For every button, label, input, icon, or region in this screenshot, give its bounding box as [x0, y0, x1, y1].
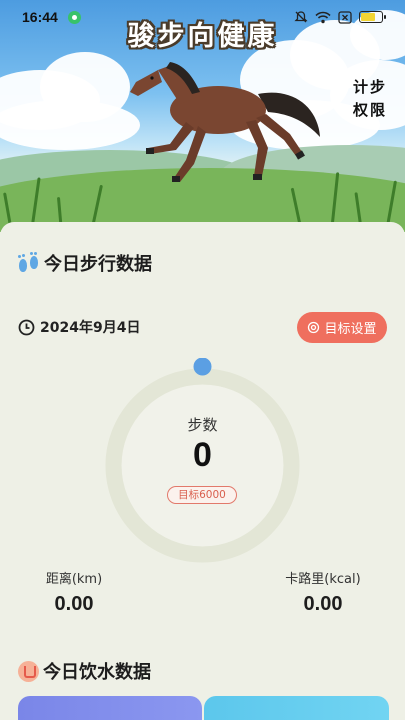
gear-icon	[308, 321, 320, 334]
steps-value: 0	[193, 436, 212, 474]
main-content: 今日步行数据 2024年9月4日 目标设置 步数 0 目标6000 距离(km)…	[0, 222, 405, 720]
steps-label: 步数	[187, 416, 218, 434]
mute-icon	[294, 11, 308, 23]
water-card-primary[interactable]	[18, 696, 202, 720]
water-section-title: 今日饮水数据	[43, 662, 151, 683]
step-permission-button[interactable]: 计步权限	[347, 76, 393, 122]
distance-label: 距离(km)	[45, 572, 103, 587]
current-date: 2024年9月4日	[40, 320, 141, 336]
date-row: 2024年9月4日	[18, 317, 140, 337]
goal-settings-label: 目标设置	[324, 322, 377, 337]
calories-label: 卡路里(kcal)	[285, 572, 361, 587]
distance-stat: 距离(km) 0.00	[14, 568, 134, 616]
wifi-icon	[315, 11, 331, 23]
goal-settings-button[interactable]: 目标设置	[297, 312, 387, 343]
step-progress-ring: 步数 0 目标6000	[95, 357, 310, 573]
sim-x-icon	[338, 10, 352, 24]
water-card-secondary[interactable]	[204, 696, 389, 720]
steps-section-title: 今日步行数据	[44, 254, 152, 275]
cup-icon	[18, 660, 39, 682]
battery-icon	[359, 11, 386, 23]
app-notification-icon	[67, 10, 81, 24]
steps-section-header: 今日步行数据	[18, 250, 152, 276]
hero-banner: 16:44 骏步向健康 计步权限	[0, 0, 405, 232]
horse-illustration	[130, 62, 320, 182]
water-section-header: 今日饮水数据	[18, 658, 151, 684]
status-icons	[294, 10, 386, 24]
status-time: 16:44	[22, 9, 58, 25]
progress-knob[interactable]	[193, 357, 212, 376]
distance-value: 0.00	[54, 593, 94, 615]
calories-stat: 卡路里(kcal) 0.00	[263, 568, 383, 616]
goal-badge: 目标6000	[167, 486, 237, 504]
feet-icon	[18, 252, 40, 274]
clock-icon	[18, 319, 35, 335]
status-bar: 16:44	[0, 0, 405, 34]
calories-value: 0.00	[303, 593, 343, 615]
